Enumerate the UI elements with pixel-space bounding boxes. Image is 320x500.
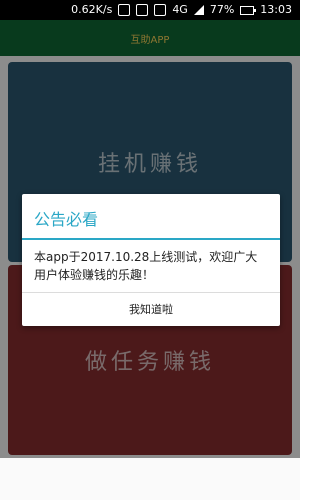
- system-nav-bar: [0, 458, 300, 500]
- status-right: 0.62K/s 4G 77% 13:03: [71, 3, 292, 17]
- dialog-title-divider: [22, 238, 280, 240]
- network-speed: 0.62K/s: [71, 3, 113, 16]
- dialog-message: 本app于2017.10.28上线测试，欢迎广大用户体验赚钱的乐趣！: [34, 250, 258, 282]
- acknowledge-button[interactable]: 我知道啦: [22, 293, 280, 325]
- network-type: 4G: [172, 3, 188, 16]
- status-bar: 0.62K/s 4G 77% 13:03: [0, 0, 300, 20]
- announcement-dialog: 公告必看 本app于2017.10.28上线测试，欢迎广大用户体验赚钱的乐趣！ …: [22, 194, 280, 326]
- dialog-title: 公告必看: [34, 210, 99, 229]
- clock-time: 13:03: [260, 3, 292, 16]
- alarm-icon: [136, 4, 149, 16]
- vibrate-icon: [154, 4, 167, 16]
- sync-icon: [118, 4, 131, 16]
- battery-icon: [240, 5, 257, 15]
- battery-level: 77%: [209, 3, 235, 16]
- signal-icon: [193, 5, 204, 15]
